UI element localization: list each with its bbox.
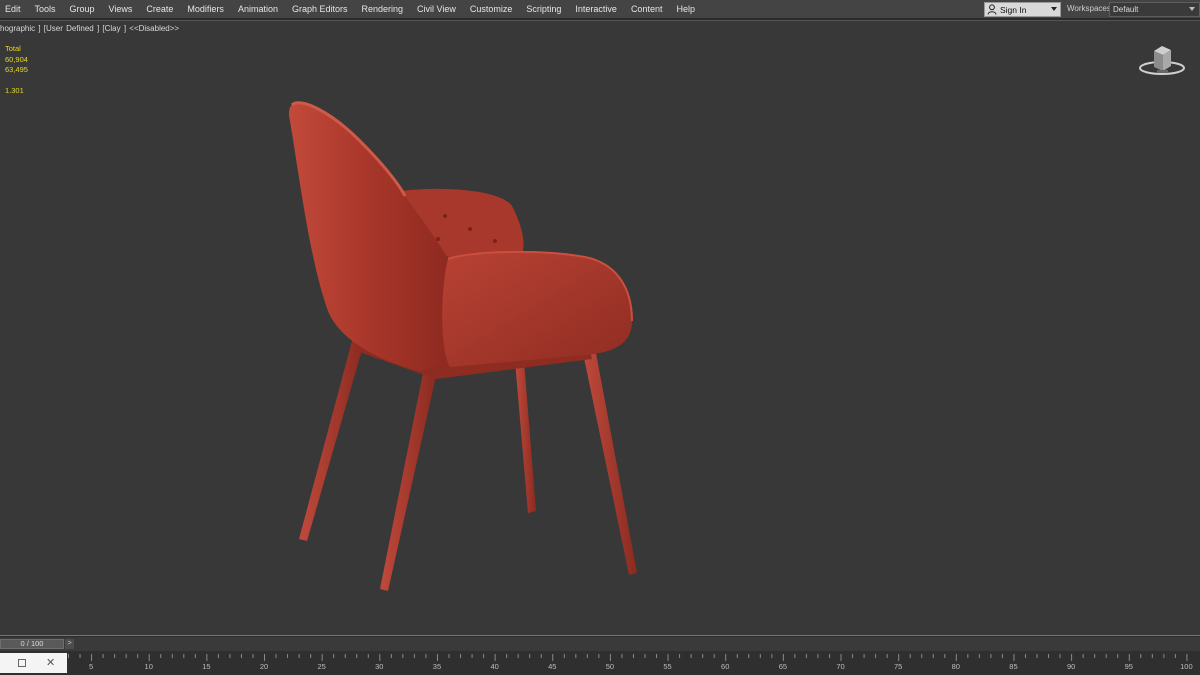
sign-in-dropdown[interactable]: Sign In — [984, 2, 1061, 17]
chevron-down-icon — [1189, 7, 1195, 11]
menu-item-views[interactable]: Views — [102, 0, 140, 18]
close-icon[interactable]: ✕ — [46, 658, 55, 669]
menu-item-customize[interactable]: Customize — [463, 0, 520, 18]
ruler-label: 70 — [836, 662, 844, 671]
ruler-label: 30 — [375, 662, 383, 671]
ruler-label: 20 — [260, 662, 268, 671]
time-slider-bar: 0 / 100 > — [0, 637, 1200, 651]
ruler-label: 55 — [663, 662, 671, 671]
workspaces-label: Workspaces: — [1067, 4, 1114, 13]
ruler-label: 85 — [1009, 662, 1017, 671]
ruler-label: 75 — [894, 662, 902, 671]
ruler-label: 35 — [433, 662, 441, 671]
menu-item-group[interactable]: Group — [63, 0, 102, 18]
menu-bar: Edit Tools Group Views Create Modifiers Animat… — [0, 0, 1200, 19]
ruler-label: 15 — [202, 662, 210, 671]
menu-items: Edit Tools Group Views Create Modifiers Animat… — [0, 0, 702, 18]
ruler-label: 45 — [548, 662, 556, 671]
menu-item-animation[interactable]: Animation — [231, 0, 285, 18]
user-icon — [987, 4, 997, 15]
ruler-label: 25 — [317, 662, 325, 671]
menu-item-content[interactable]: Content — [624, 0, 670, 18]
sign-in-label: Sign In — [1000, 4, 1027, 15]
perspective-viewport[interactable]: hographic ] [User Defined ] [Clay ] <<Di… — [0, 20, 1200, 636]
workspace-select[interactable]: Default — [1109, 2, 1200, 17]
ruler-label: 60 — [721, 662, 729, 671]
ruler-label: 50 — [606, 662, 614, 671]
ruler-label: 40 — [490, 662, 498, 671]
ruler-label: 10 — [145, 662, 153, 671]
menu-item-help[interactable]: Help — [669, 0, 702, 18]
ruler-label: 5 — [89, 662, 93, 671]
chair-model[interactable] — [0, 21, 1200, 636]
menu-item-edit[interactable]: Edit — [0, 0, 28, 18]
ruler-label: 100 — [1180, 662, 1193, 671]
menu-item-create[interactable]: Create — [139, 0, 180, 18]
ruler-label: 80 — [952, 662, 960, 671]
menu-item-tools[interactable]: Tools — [28, 0, 63, 18]
menu-item-interactive[interactable]: Interactive — [568, 0, 624, 18]
ruler-label: 65 — [779, 662, 787, 671]
track-bar[interactable]: ✕ 5 10 15 20 25 30 35 40 45 50 55 60 65 70 75 80 85 90 95 1… — [0, 651, 1200, 675]
chevron-down-icon — [1051, 7, 1057, 11]
time-slider[interactable]: 0 / 100 — [0, 639, 64, 649]
timeline-ruler[interactable]: 5 10 15 20 25 30 35 40 45 50 55 60 65 70 75 80 85 90 95 100 — [68, 651, 1200, 675]
menu-item-graph-editors[interactable]: Graph Editors — [285, 0, 355, 18]
ruler-label: 90 — [1067, 662, 1075, 671]
menu-item-modifiers[interactable]: Modifiers — [180, 0, 231, 18]
workspace-value: Default — [1113, 5, 1139, 14]
mini-listener: ✕ — [0, 653, 67, 673]
next-frame-button[interactable]: > — [65, 639, 74, 649]
square-icon[interactable] — [18, 659, 26, 667]
menu-item-scripting[interactable]: Scripting — [519, 0, 568, 18]
menu-item-rendering[interactable]: Rendering — [355, 0, 411, 18]
ruler-label: 95 — [1125, 662, 1133, 671]
menu-item-civil-view[interactable]: Civil View — [410, 0, 463, 18]
